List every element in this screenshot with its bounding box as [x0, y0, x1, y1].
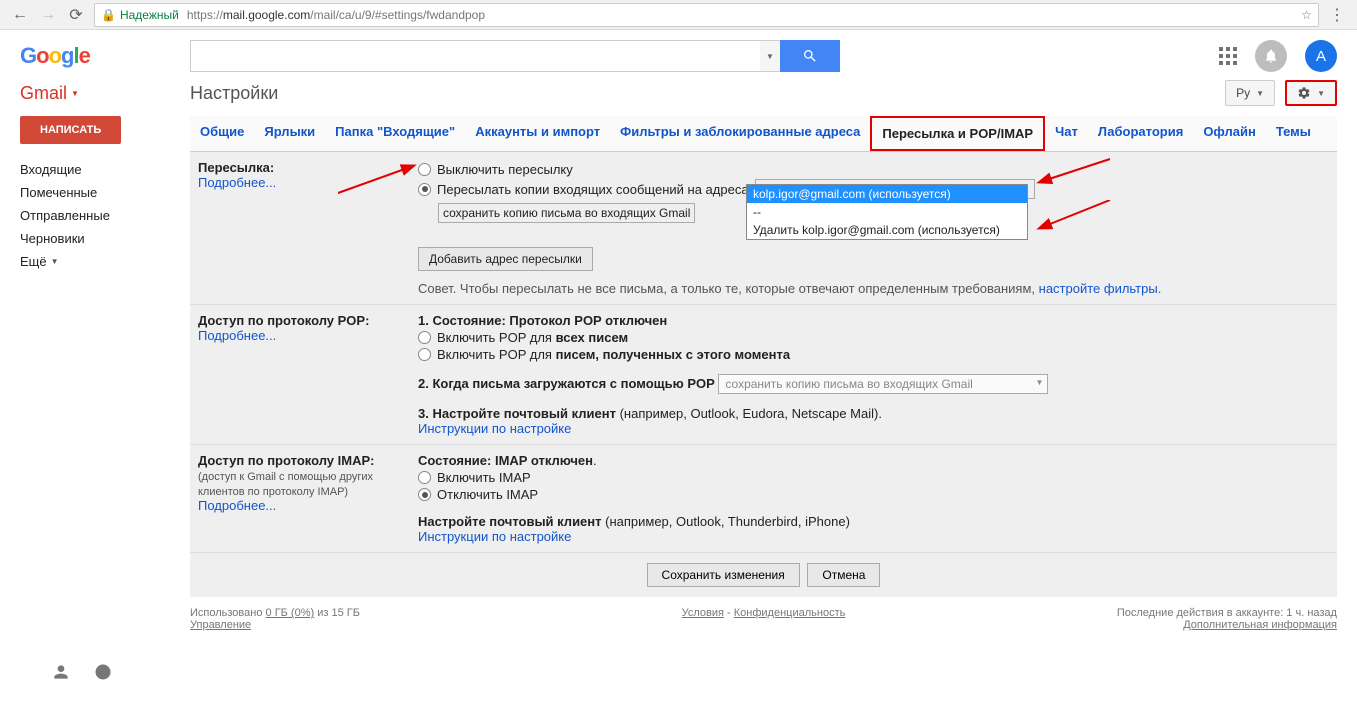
chevron-down-icon: ▼ — [1256, 89, 1264, 98]
sidebar-item-inbox[interactable]: Входящие — [20, 158, 190, 181]
enable-forwarding-label: Пересылать копии входящих сообщений на а… — [437, 182, 749, 197]
imap-section: Доступ по протоколу IMAP: (доступ к Gmai… — [190, 445, 1337, 553]
storage-usage-link[interactable]: 0 ГБ (0%) — [266, 607, 315, 619]
sidebar-item-starred[interactable]: Помеченные — [20, 181, 190, 204]
save-row: Сохранить изменения Отмена — [190, 553, 1337, 597]
search-container: ▼ — [190, 40, 840, 72]
tab-labels[interactable]: Ярлыки — [254, 116, 325, 151]
content-area: Общие Ярлыки Папка "Входящие" Аккаунты и… — [190, 116, 1337, 641]
terms-link[interactable]: Условия — [682, 607, 724, 619]
forwarding-address-dropdown: kolp.igor@gmail.com (используется) -- Уд… — [746, 184, 1028, 240]
subheader: Gmail▼ Настройки Ру▼ ▼ — [0, 80, 1357, 116]
forwarding-learn-more-link[interactable]: Подробнее... — [198, 175, 276, 190]
sidebar-item-drafts[interactable]: Черновики — [20, 227, 190, 250]
tab-offline[interactable]: Офлайн — [1193, 116, 1266, 151]
dropdown-option-separator: -- — [747, 203, 1027, 221]
search-input[interactable] — [190, 40, 760, 72]
keep-copy-select[interactable]: сохранить копию письма во входящих Gmail — [438, 203, 695, 223]
dropdown-option-current[interactable]: kolp.igor@gmail.com (используется) — [747, 185, 1027, 203]
gmail-dropdown[interactable]: Gmail▼ — [20, 83, 190, 104]
pop-action-select[interactable]: сохранить копию письма во входящих Gmail — [718, 374, 1048, 394]
back-button[interactable]: ← — [6, 3, 34, 27]
bookmark-star-icon[interactable]: ☆ — [1301, 8, 1312, 22]
hangouts-bar — [0, 641, 1357, 683]
disable-forwarding-label: Выключить пересылку — [437, 162, 573, 177]
enable-forwarding-radio[interactable] — [418, 183, 431, 196]
activity-text: Последние действия в аккаунте: 1 ч. наза… — [1117, 607, 1337, 619]
dropdown-option-remove[interactable]: Удалить kolp.igor@gmail.com (используетс… — [747, 221, 1027, 239]
sidebar-item-sent[interactable]: Отправленные — [20, 204, 190, 227]
forward-button[interactable]: → — [34, 3, 62, 27]
url-text: https://mail.google.com/mail/ca/u/9/#set… — [187, 8, 485, 22]
address-bar[interactable]: 🔒 Надежный https://mail.google.com/mail/… — [94, 3, 1319, 27]
google-logo[interactable]: Google — [20, 43, 190, 69]
tab-accounts[interactable]: Аккаунты и импорт — [465, 116, 610, 151]
language-button[interactable]: Ру▼ — [1225, 80, 1275, 106]
tab-general[interactable]: Общие — [190, 116, 254, 151]
lock-icon: 🔒 — [101, 8, 116, 22]
settings-tabs: Общие Ярлыки Папка "Входящие" Аккаунты и… — [190, 116, 1337, 152]
pop-label: Доступ по протоколу POP: — [198, 313, 369, 328]
tab-labs[interactable]: Лаборатория — [1088, 116, 1193, 151]
cancel-button[interactable]: Отмена — [807, 563, 880, 587]
reload-button[interactable]: ⟳ — [62, 3, 90, 27]
main-layout: НАПИСАТЬ Входящие Помеченные Отправленны… — [0, 116, 1357, 641]
app-header: Google ▼ А — [0, 30, 1357, 80]
browser-menu-icon[interactable]: ⋮ — [1323, 5, 1351, 25]
configure-filters-link[interactable]: настройте фильтры — [1039, 281, 1158, 296]
apps-grid-icon[interactable] — [1219, 47, 1237, 65]
sidebar: НАПИСАТЬ Входящие Помеченные Отправленны… — [20, 116, 190, 641]
forwarding-tip: Совет. Чтобы пересылать не все письма, а… — [418, 281, 1329, 296]
tab-filters[interactable]: Фильтры и заблокированные адреса — [610, 116, 870, 151]
disable-forwarding-radio[interactable] — [418, 163, 431, 176]
annotation-arrow-bottom-right — [1030, 200, 1120, 240]
privacy-link[interactable]: Конфиденциальность — [734, 607, 846, 619]
imap-learn-more-link[interactable]: Подробнее... — [198, 498, 276, 513]
pop-learn-more-link[interactable]: Подробнее... — [198, 328, 276, 343]
tab-forwarding-pop-imap[interactable]: Пересылка и POP/IMAP — [870, 116, 1045, 151]
imap-label: Доступ по протоколу IMAP: — [198, 453, 374, 468]
compose-button[interactable]: НАПИСАТЬ — [20, 116, 121, 144]
pop-setup-instructions-link[interactable]: Инструкции по настройке — [418, 421, 571, 436]
browser-toolbar: ← → ⟳ 🔒 Надежный https://mail.google.com… — [0, 0, 1357, 30]
search-icon — [802, 48, 818, 64]
forwarding-label: Пересылка: — [198, 160, 274, 175]
pop-section: Доступ по протоколу POP: Подробнее... 1.… — [190, 305, 1337, 445]
search-options-dropdown[interactable]: ▼ — [760, 40, 780, 72]
tab-chat[interactable]: Чат — [1045, 116, 1088, 151]
manage-storage-link[interactable]: Управление — [190, 619, 251, 631]
account-avatar[interactable]: А — [1305, 40, 1337, 72]
hangouts-icon[interactable] — [92, 661, 114, 683]
contacts-icon[interactable] — [50, 661, 72, 683]
imap-enable-radio[interactable] — [418, 471, 431, 484]
search-button[interactable] — [780, 40, 840, 72]
settings-gear-button[interactable]: ▼ — [1285, 80, 1337, 106]
chevron-down-icon: ▼ — [1317, 89, 1325, 98]
page-title: Настройки — [190, 83, 278, 104]
chevron-down-icon: ▼ — [51, 257, 59, 266]
pop-enable-all-radio[interactable] — [418, 331, 431, 344]
save-changes-button[interactable]: Сохранить изменения — [647, 563, 800, 587]
imap-setup-instructions-link[interactable]: Инструкции по настройке — [418, 529, 571, 544]
secure-label: Надежный — [120, 8, 179, 22]
sidebar-item-more[interactable]: Ещё▼ — [20, 250, 190, 273]
tab-inbox[interactable]: Папка "Входящие" — [325, 116, 465, 151]
footer: Использовано 0 ГБ (0%) из 15 ГБ Управлен… — [190, 597, 1337, 641]
chevron-down-icon: ▼ — [71, 89, 79, 98]
gear-icon — [1297, 86, 1311, 100]
pop-enable-new-radio[interactable] — [418, 348, 431, 361]
forwarding-section: Пересылка: Подробнее... Выключить пересы… — [190, 152, 1337, 305]
imap-sublabel: (доступ к Gmail с помощью других клиенто… — [198, 471, 373, 498]
imap-disable-radio[interactable] — [418, 488, 431, 501]
tab-themes[interactable]: Темы — [1266, 116, 1321, 151]
add-forwarding-address-button[interactable]: Добавить адрес пересылки — [418, 247, 593, 271]
notifications-icon[interactable] — [1255, 40, 1287, 72]
activity-details-link[interactable]: Дополнительная информация — [1183, 619, 1337, 631]
